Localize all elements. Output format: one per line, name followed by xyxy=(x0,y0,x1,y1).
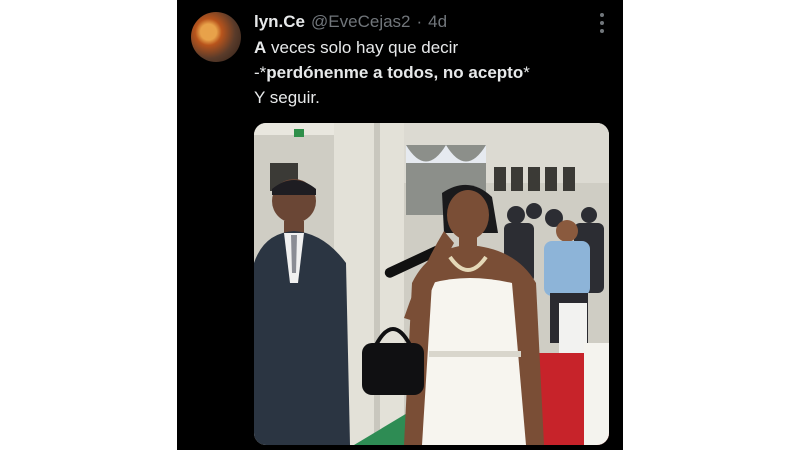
more-dot xyxy=(600,21,604,25)
text-span: * xyxy=(523,63,530,82)
text-span: veces solo hay que decir xyxy=(266,38,459,57)
tweet-line-3: Y seguir. xyxy=(254,85,607,110)
timestamp[interactable]: 4d xyxy=(428,12,447,32)
tweet-card: lyn.Ce @EveCejas2 · 4d A veces solo hay … xyxy=(177,0,623,450)
more-options-icon[interactable] xyxy=(599,13,605,33)
tweet-text: A veces solo hay que decir -*perdónenme … xyxy=(254,35,607,110)
more-dot xyxy=(600,29,604,33)
bold-text: perdónenme a todos, no acepto xyxy=(266,63,524,82)
media-video[interactable] xyxy=(254,123,609,445)
text-span: Y seguir. xyxy=(254,88,320,107)
tweet-line-1: A veces solo hay que decir xyxy=(254,35,607,60)
tweet-header: lyn.Ce @EveCejas2 · 4d xyxy=(254,11,607,33)
tweet-line-2: -*perdónenme a todos, no acepto* xyxy=(254,60,607,85)
text-span: -* xyxy=(254,63,267,82)
more-dot xyxy=(600,13,604,17)
avatar[interactable] xyxy=(191,12,241,62)
user-handle[interactable]: @EveCejas2 xyxy=(311,12,410,32)
video-frame xyxy=(254,123,609,445)
display-name[interactable]: lyn.Ce xyxy=(254,12,305,32)
separator-dot: · xyxy=(416,12,423,31)
bold-text: A xyxy=(254,38,267,57)
